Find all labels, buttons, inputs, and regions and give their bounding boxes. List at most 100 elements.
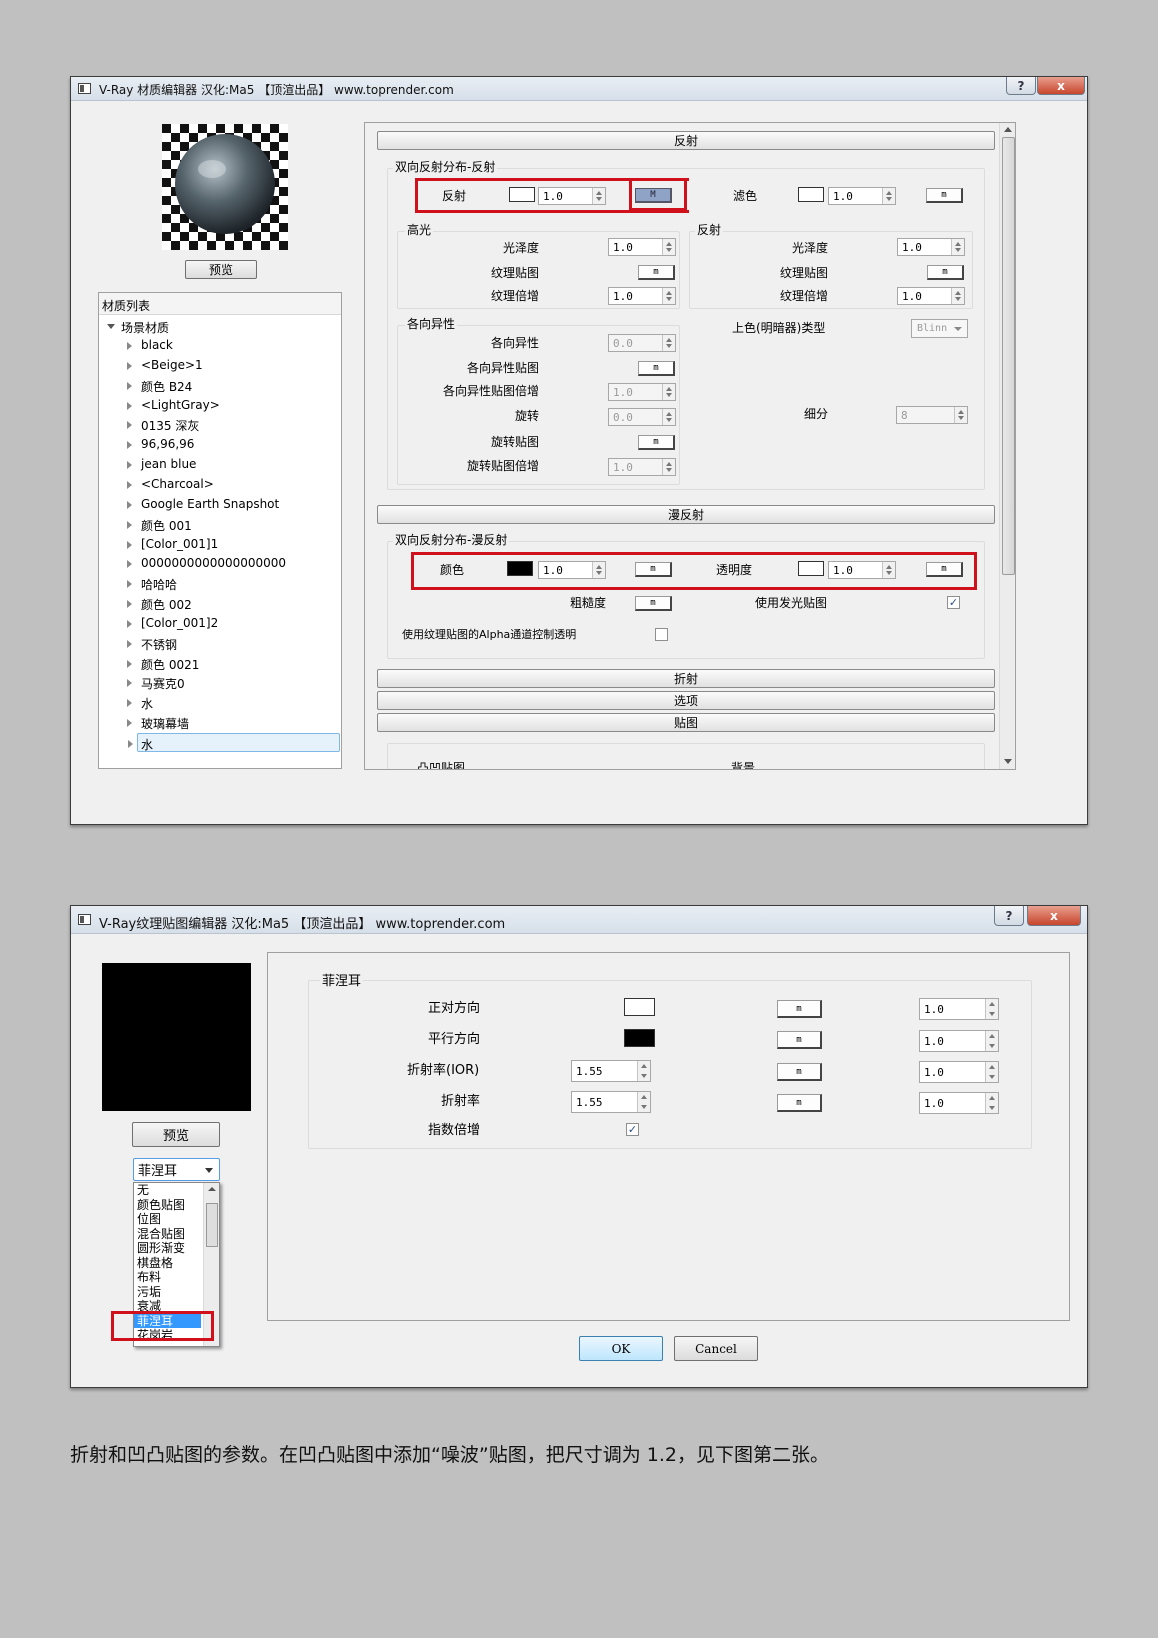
scroll-up-arrow-icon[interactable] [1004, 127, 1012, 132]
front-mult-spinner[interactable]: 1.0 [919, 998, 999, 1020]
expand-arrow-icon[interactable] [127, 520, 132, 529]
rollout-refraction[interactable]: 折射 [377, 669, 995, 688]
material-list-item[interactable]: [Color_001]2 [99, 614, 341, 633]
close-button[interactable]: x [1027, 906, 1081, 926]
expand-arrow-icon[interactable] [127, 421, 132, 430]
rf-map-button[interactable]: m [927, 265, 964, 280]
expand-arrow-icon[interactable] [127, 560, 132, 569]
material-list-item[interactable]: <Charcoal> [99, 475, 341, 494]
ok-button[interactable]: OK [579, 1336, 663, 1361]
aniso-spinner[interactable]: 0.0 [608, 334, 676, 352]
texture-type-option[interactable]: 颜色贴图 [134, 1198, 201, 1213]
rotation-spinner[interactable]: 0.0 [608, 408, 676, 426]
expand-arrow-icon[interactable] [127, 699, 132, 708]
filter-color-swatch[interactable] [798, 187, 824, 202]
cancel-button[interactable]: Cancel [674, 1336, 758, 1361]
expand-arrow-icon[interactable] [127, 480, 132, 489]
exp-mult-checkbox[interactable]: ✓ [626, 1123, 639, 1136]
expand-arrow-icon[interactable] [127, 619, 132, 628]
expand-arrow-icon[interactable] [127, 580, 132, 589]
rollout-maps[interactable]: 贴图 [377, 713, 995, 732]
material-list-item[interactable]: 颜色 0021 [99, 654, 341, 673]
alpha-checkbox[interactable] [655, 628, 668, 641]
material-list-item[interactable]: 颜色 B24 [99, 376, 341, 395]
aniso-map-button[interactable]: m [638, 361, 675, 376]
side-map-button[interactable]: m [777, 1031, 822, 1049]
shader-type-select[interactable]: Blinn [911, 319, 968, 338]
scroll-thumb[interactable] [206, 1203, 218, 1247]
texture-type-select[interactable]: 菲涅耳 [133, 1158, 220, 1181]
filter-amount-spinner[interactable]: 1.0 [828, 187, 896, 205]
material-list-item[interactable]: [Color_001]1 [99, 535, 341, 554]
expand-arrow-icon[interactable] [127, 500, 132, 509]
rotation-map-button[interactable]: m [638, 435, 675, 450]
preview-button[interactable]: 预览 [132, 1122, 220, 1147]
material-list-item[interactable]: 水 [99, 693, 341, 712]
help-button[interactable]: ? [994, 906, 1024, 926]
subdiv-spinner[interactable]: 8 [896, 406, 968, 424]
opacity-amount-spinner[interactable]: 1.0 [828, 561, 896, 579]
texture-type-option[interactable]: 布料 [134, 1270, 201, 1285]
material-list-item[interactable]: 96,96,96 [99, 435, 341, 454]
close-button[interactable]: x [1037, 77, 1085, 95]
material-list-item[interactable]: 不锈钢 [99, 634, 341, 653]
refraction-map-button[interactable]: m [777, 1094, 822, 1112]
front-color-swatch[interactable] [624, 998, 655, 1016]
texture-type-option[interactable]: 位图 [134, 1212, 201, 1227]
scroll-down-arrow-icon[interactable] [1004, 759, 1012, 764]
tree-root[interactable]: 场景材质 [99, 317, 341, 336]
expand-arrow-icon[interactable] [127, 461, 132, 470]
ior-spinner[interactable]: 1.55 [571, 1060, 651, 1082]
material-list-item[interactable]: 玻璃幕墙 [99, 713, 341, 732]
texture-type-option[interactable]: 混合贴图 [134, 1227, 201, 1242]
material-list-item[interactable]: black [99, 336, 341, 355]
rollout-diffuse[interactable]: 漫反射 [377, 505, 995, 524]
rotation-mult-spinner[interactable]: 1.0 [608, 458, 676, 476]
material-list-item[interactable]: 0000000000000000000 [99, 554, 341, 573]
rf-gloss-spinner[interactable]: 1.0 [897, 238, 965, 256]
roughness-map-button[interactable]: m [635, 596, 672, 611]
texture-type-option[interactable]: 圆形渐变 [134, 1241, 201, 1256]
texture-type-option[interactable]: 污垢 [134, 1285, 201, 1300]
front-map-button[interactable]: m [777, 1000, 822, 1018]
texture-type-option[interactable]: 棋盘格 [134, 1256, 201, 1271]
hl-mult-spinner[interactable]: 1.0 [608, 287, 676, 305]
diffuse-amount-spinner[interactable]: 1.0 [538, 561, 606, 579]
expand-arrow-icon[interactable] [127, 361, 132, 370]
diffuse-color-swatch[interactable] [507, 561, 533, 576]
refraction-mult-spinner[interactable]: 1.0 [919, 1092, 999, 1114]
refraction-spinner[interactable]: 1.55 [571, 1091, 651, 1113]
rf-mult-spinner[interactable]: 1.0 [897, 287, 965, 305]
expand-arrow-icon[interactable] [127, 441, 132, 450]
material-list-item[interactable]: jean blue [99, 455, 341, 474]
expand-arrow-icon[interactable] [128, 740, 133, 748]
rollout-options[interactable]: 选项 [377, 691, 995, 710]
diffuse-map-button[interactable]: m [635, 562, 672, 577]
texture-type-option[interactable]: 无 [134, 1183, 201, 1198]
rollout-reflection[interactable]: 反射 [377, 131, 995, 150]
ior-mult-spinner[interactable]: 1.0 [919, 1061, 999, 1083]
parameters-scrollbar[interactable] [999, 123, 1015, 769]
aniso-mult-spinner[interactable]: 1.0 [608, 383, 676, 401]
emissive-checkbox[interactable]: ✓ [947, 596, 960, 609]
material-list-item[interactable]: 颜色 001 [99, 515, 341, 534]
hl-map-button[interactable]: m [638, 265, 675, 280]
material-list-item[interactable]: Google Earth Snapshot [99, 495, 341, 514]
material-list-item[interactable]: 哈哈哈 [99, 574, 341, 593]
help-button[interactable]: ? [1006, 77, 1036, 95]
scroll-up-arrow-icon[interactable] [208, 1187, 216, 1191]
expand-arrow-icon[interactable] [127, 639, 132, 648]
expand-arrow-icon[interactable] [127, 342, 132, 350]
expand-arrow-icon[interactable] [127, 659, 132, 668]
opacity-color-swatch[interactable] [798, 561, 824, 576]
material-list-item[interactable]: <Beige>1 [99, 356, 341, 375]
expand-arrow-icon[interactable] [127, 679, 132, 688]
expand-arrow-icon[interactable] [127, 719, 132, 728]
material-list-item[interactable]: 0135 深灰 [99, 415, 341, 434]
expand-arrow-icon[interactable] [127, 540, 132, 549]
opacity-map-button[interactable]: m [926, 562, 963, 577]
expand-arrow-icon[interactable] [127, 381, 132, 390]
scroll-thumb[interactable] [1002, 137, 1015, 575]
side-color-swatch[interactable] [624, 1029, 655, 1047]
material-list-item[interactable]: 水 [128, 733, 340, 752]
